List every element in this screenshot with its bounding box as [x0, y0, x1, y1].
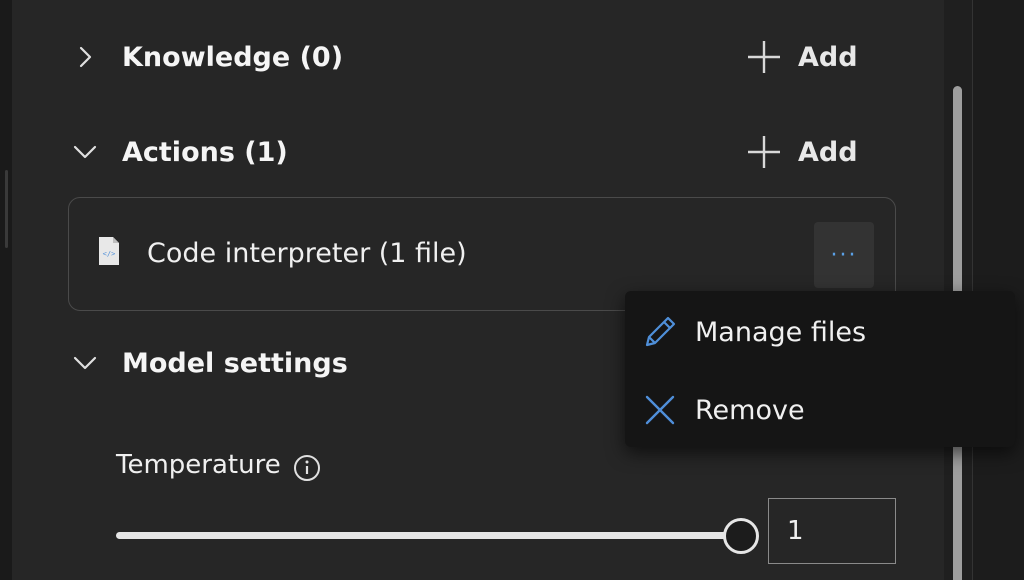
- menu-item-manage-files[interactable]: Manage files: [625, 297, 1015, 367]
- menu-label-remove: Remove: [695, 394, 805, 426]
- add-action-button[interactable]: Add: [746, 127, 858, 177]
- section-title-knowledge: Knowledge (0): [122, 41, 344, 73]
- plus-icon: [746, 39, 782, 75]
- temperature-input[interactable]: [768, 498, 896, 564]
- temperature-slider-thumb[interactable]: [723, 518, 759, 554]
- left-pane-edge: [0, 0, 12, 580]
- chevron-down-icon[interactable]: [70, 348, 100, 378]
- code-file-icon: </>: [97, 236, 121, 266]
- action-context-menu: Manage files Remove: [625, 291, 1015, 447]
- scrollbar[interactable]: [944, 0, 973, 580]
- chevron-right-icon[interactable]: [70, 42, 100, 72]
- action-name: Code interpreter (1 file): [147, 238, 467, 269]
- resize-handle[interactable]: [5, 170, 8, 248]
- temperature-slider-track[interactable]: [116, 532, 740, 539]
- right-pane: [973, 0, 1024, 580]
- temperature-label: Temperature: [116, 450, 281, 480]
- section-title-model-settings: Model settings: [122, 347, 348, 379]
- menu-label-manage-files: Manage files: [695, 316, 867, 348]
- pencil-icon: [641, 313, 679, 351]
- section-title-actions: Actions (1): [122, 136, 288, 168]
- plus-icon: [746, 134, 782, 170]
- assistant-config-panel: Knowledge (0) Add Actions (1) Add </> Co…: [0, 0, 1024, 580]
- chevron-down-icon[interactable]: [70, 137, 100, 167]
- menu-item-remove[interactable]: Remove: [625, 375, 1015, 445]
- section-knowledge: Knowledge (0) Add: [12, 32, 902, 82]
- add-knowledge-label: Add: [798, 41, 858, 73]
- info-icon[interactable]: [292, 453, 322, 483]
- add-knowledge-button[interactable]: Add: [746, 32, 858, 82]
- svg-text:</>: </>: [103, 250, 116, 258]
- section-actions: Actions (1) Add: [12, 127, 902, 177]
- add-action-label: Add: [798, 136, 858, 168]
- close-icon: [641, 391, 679, 429]
- more-horizontal-icon: ···: [830, 242, 858, 268]
- more-options-button[interactable]: ···: [814, 222, 874, 288]
